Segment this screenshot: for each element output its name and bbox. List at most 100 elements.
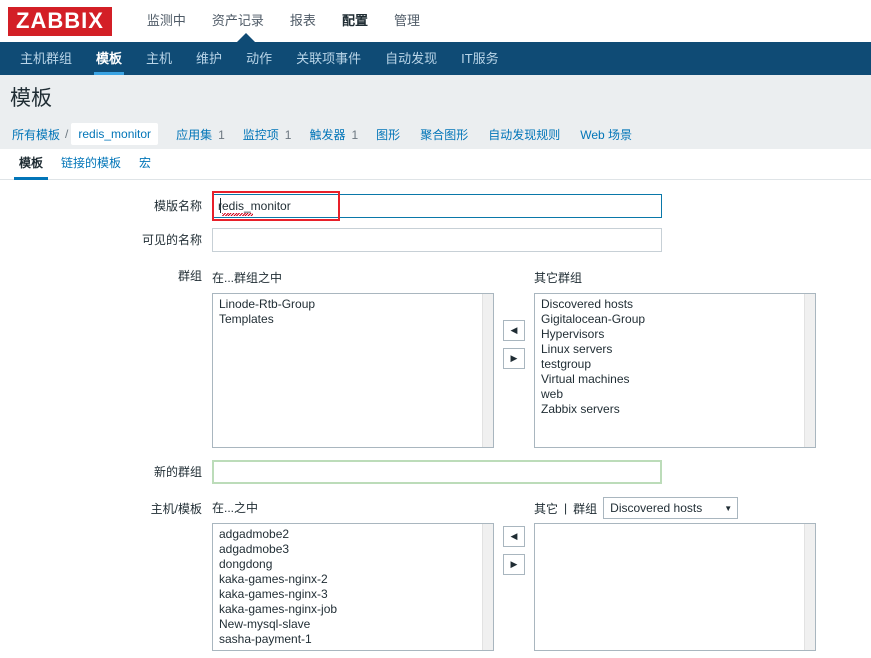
groups-other-list[interactable]: Discovered hosts Gigitalocean-Group Hype… [534, 293, 816, 448]
list-item[interactable]: testgroup [535, 357, 815, 372]
list-item[interactable]: Gigitalocean-Group [535, 312, 815, 327]
groups-right-column: 其它群组 Discovered hosts Gigitalocean-Group… [534, 266, 816, 448]
breadcrumb-link-discovery-rules[interactable]: 自动发现规则 [486, 126, 562, 143]
list-item[interactable]: sasha-payment-1 [213, 632, 493, 647]
groups-move-right-button[interactable]: ▶ [503, 348, 525, 369]
breadcrumb-link-web-scenarios[interactable]: Web 场景 [578, 126, 634, 143]
groups-in-list-scrollbar[interactable] [482, 294, 493, 447]
list-item[interactable]: Linux servers [535, 342, 815, 357]
breadcrumb-link-triggers[interactable]: 触发器 1 [307, 126, 358, 143]
breadcrumb-all-templates[interactable]: 所有模板 [10, 126, 62, 143]
main-menu: 监测中 资产记录 报表 配置 管理 [134, 1, 433, 41]
page-header: 模板 [0, 75, 871, 119]
list-item[interactable]: Hypervisors [535, 327, 815, 342]
list-item[interactable]: Discovered hosts [535, 297, 815, 312]
breadcrumb-link-applications[interactable]: 应用集 1 [174, 126, 225, 143]
host-templates-move-right-button[interactable]: ▶ [503, 554, 525, 575]
groups-left-caption: 在...群组之中 [212, 271, 283, 285]
label-template-name: 模版名称 [153, 199, 202, 213]
list-item[interactable]: kaka-games-nginx-job [213, 602, 493, 617]
list-item[interactable]: adgadmobe2 [213, 527, 493, 542]
label-host-templates: 主机/模板 [150, 502, 202, 516]
subnav-item-it-services[interactable]: IT服务 [449, 42, 511, 75]
host-templates-right-caption: 其它 | 群组 Discovered hosts ▼ [534, 496, 816, 520]
breadcrumb-label-screens[interactable]: 聚合图形 [418, 126, 470, 143]
caption-other: 其它 [534, 501, 559, 516]
new-group-input[interactable] [212, 460, 662, 484]
breadcrumb-count-items: 1 [284, 127, 292, 142]
list-item[interactable]: kaka-games-nginx-3 [213, 587, 493, 602]
main-menu-item-configuration[interactable]: 配置 [329, 1, 381, 41]
zabbix-template-config-page: ZABBIX 监测中 资产记录 报表 配置 管理 主机群组 模板 主机 维护 动… [0, 0, 871, 658]
host-templates-other-list[interactable] [534, 523, 816, 651]
field-template-name [212, 191, 871, 221]
caption-separator: | [564, 501, 568, 515]
list-item[interactable]: dongdong [213, 557, 493, 572]
groups-transfer-buttons: ◀ ▶ [503, 266, 525, 369]
form-row-visible-name: 可见的名称 [0, 228, 871, 252]
chevron-down-icon: ▼ [724, 503, 733, 513]
form-row-groups: 群组 在...群组之中 Linode-Rtb-Group Templates ◀… [0, 266, 871, 448]
label-new-group: 新的群组 [153, 465, 202, 479]
top-header-bar: ZABBIX 监测中 资产记录 报表 配置 管理 [0, 0, 871, 42]
field-new-group [212, 460, 871, 484]
host-templates-other-list-scrollbar[interactable] [804, 524, 815, 650]
subnav-item-actions[interactable]: 动作 [234, 42, 284, 75]
list-item[interactable]: Zabbix servers [535, 402, 815, 417]
list-item[interactable]: New-mysql-slave [213, 617, 493, 632]
field-host-templates: 在...之中 adgadmobe2 adgadmobe3 dongdong ka… [212, 496, 871, 651]
form-row-new-group: 新的群组 [0, 460, 871, 484]
list-item[interactable]: Linode-Rtb-Group [213, 297, 493, 312]
label-visible-name: 可见的名称 [141, 233, 202, 247]
main-menu-item-monitoring[interactable]: 监测中 [134, 1, 199, 41]
tab-template[interactable]: 模板 [10, 154, 52, 180]
host-templates-in-list-scrollbar[interactable] [482, 524, 493, 650]
groups-in-list[interactable]: Linode-Rtb-Group Templates [212, 293, 494, 448]
subnav-item-maintenance[interactable]: 维护 [184, 42, 234, 75]
list-item[interactable]: kaka-games-nginx-2 [213, 572, 493, 587]
list-item[interactable]: Templates [213, 312, 493, 327]
breadcrumb-label-graphs[interactable]: 图形 [374, 126, 402, 143]
form-tabs: 模板 链接的模板 宏 [0, 149, 871, 180]
host-templates-right-column: 其它 | 群组 Discovered hosts ▼ [534, 496, 816, 651]
main-menu-item-administration[interactable]: 管理 [381, 1, 433, 41]
breadcrumb-link-screens[interactable]: 聚合图形 [418, 126, 470, 143]
groups-right-caption: 其它群组 [534, 271, 583, 285]
subnav-item-discovery[interactable]: 自动发现 [373, 42, 449, 75]
field-groups: 在...群组之中 Linode-Rtb-Group Templates ◀ ▶ … [212, 266, 871, 448]
breadcrumb-label-applications[interactable]: 应用集 [174, 126, 214, 143]
visible-name-input[interactable] [212, 228, 662, 252]
host-templates-dual-list: 在...之中 adgadmobe2 adgadmobe3 dongdong ka… [212, 496, 871, 651]
list-item[interactable]: web [535, 387, 815, 402]
breadcrumb-label-web-scenarios[interactable]: Web 场景 [578, 126, 634, 143]
list-item[interactable]: Virtual machines [535, 372, 815, 387]
tab-macros[interactable]: 宏 [130, 154, 160, 179]
subnav-item-correlation[interactable]: 关联项事件 [284, 42, 373, 75]
subnav-item-templates[interactable]: 模板 [84, 42, 134, 75]
groups-move-left-button[interactable]: ◀ [503, 320, 525, 341]
breadcrumb-label-triggers[interactable]: 触发器 [307, 126, 347, 143]
host-templates-in-list[interactable]: adgadmobe2 adgadmobe3 dongdong kaka-game… [212, 523, 494, 651]
host-templates-group-select-value: Discovered hosts [610, 501, 703, 515]
list-item[interactable]: adgadmobe3 [213, 542, 493, 557]
breadcrumb-link-graphs[interactable]: 图形 [374, 126, 402, 143]
breadcrumb-link-items[interactable]: 监控项 1 [241, 126, 292, 143]
form-row-template-name: 模版名称 [0, 191, 871, 221]
zabbix-logo[interactable]: ZABBIX [8, 6, 112, 36]
breadcrumb-label-discovery-rules[interactable]: 自动发现规则 [486, 126, 562, 143]
label-groups: 群组 [177, 269, 202, 283]
main-menu-item-reports[interactable]: 报表 [277, 1, 329, 41]
breadcrumb: 所有模板 / redis_monitor 应用集 1 监控项 1 触发器 1 图… [0, 119, 871, 149]
template-name-input[interactable] [212, 194, 662, 218]
subnav-item-host-groups[interactable]: 主机群组 [8, 42, 84, 75]
breadcrumb-label-items[interactable]: 监控项 [241, 126, 281, 143]
subnav-item-hosts[interactable]: 主机 [134, 42, 184, 75]
host-templates-left-column: 在...之中 adgadmobe2 adgadmobe3 dongdong ka… [212, 496, 494, 651]
page-title: 模板 [10, 87, 52, 110]
host-templates-move-left-button[interactable]: ◀ [503, 526, 525, 547]
breadcrumb-current-template[interactable]: redis_monitor [71, 123, 159, 145]
host-templates-group-select[interactable]: Discovered hosts ▼ [603, 497, 739, 519]
breadcrumb-count-triggers: 1 [351, 127, 359, 142]
tab-linked-templates[interactable]: 链接的模板 [52, 154, 130, 179]
groups-other-list-scrollbar[interactable] [804, 294, 815, 447]
